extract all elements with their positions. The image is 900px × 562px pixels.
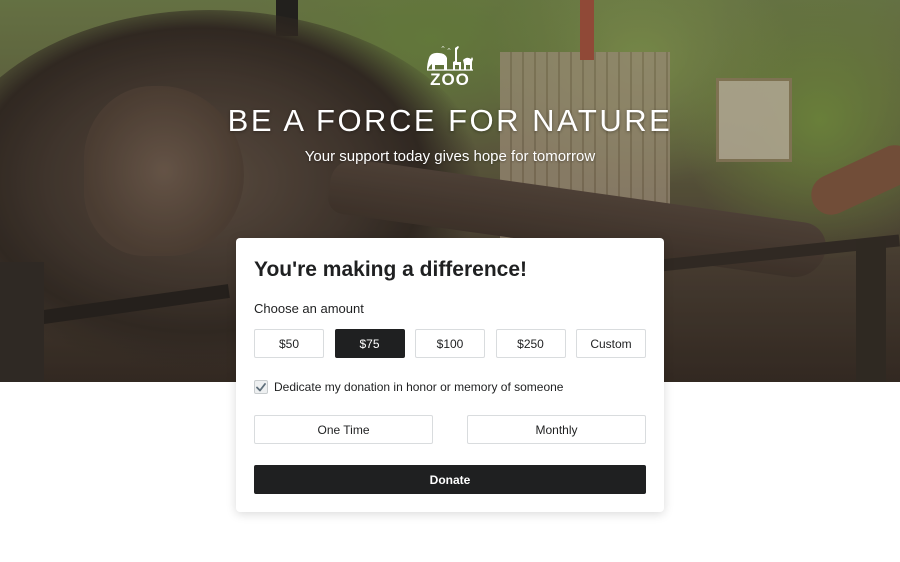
dedicate-option[interactable]: Dedicate my donation in honor or memory …: [254, 379, 563, 395]
hero-headline: BE A FORCE FOR NATURE: [227, 103, 673, 138]
amount-button-50[interactable]: $50: [254, 329, 324, 358]
monthly-button[interactable]: Monthly: [467, 415, 646, 444]
amount-button-250[interactable]: $250: [495, 329, 566, 358]
checkmark-icon: [256, 382, 266, 391]
form-title: You're making a difference!: [254, 258, 528, 281]
amount-button-100[interactable]: $100: [415, 329, 485, 358]
zoo-logo[interactable]: ZOO: [424, 44, 476, 90]
donate-button[interactable]: Donate: [254, 465, 646, 494]
dedicate-label: Dedicate my donation in honor or memory …: [274, 380, 564, 394]
one-time-button[interactable]: One Time: [254, 415, 433, 444]
amount-options: $50 $75 $100 $250 Custom: [254, 329, 646, 358]
hero-subheadline: Your support today gives hope for tomorr…: [304, 148, 596, 165]
donation-form-card: You're making a difference! Choose an am…: [236, 238, 664, 512]
dedicate-checkbox[interactable]: [254, 380, 268, 394]
amount-button-75[interactable]: $75: [334, 329, 405, 358]
amount-button-custom[interactable]: Custom: [576, 329, 646, 358]
logo-text: ZOO: [430, 70, 470, 89]
amount-label: Choose an amount: [254, 301, 364, 316]
frequency-options: One Time Monthly: [254, 415, 646, 444]
zoo-animals-silhouette-icon: [427, 46, 473, 71]
